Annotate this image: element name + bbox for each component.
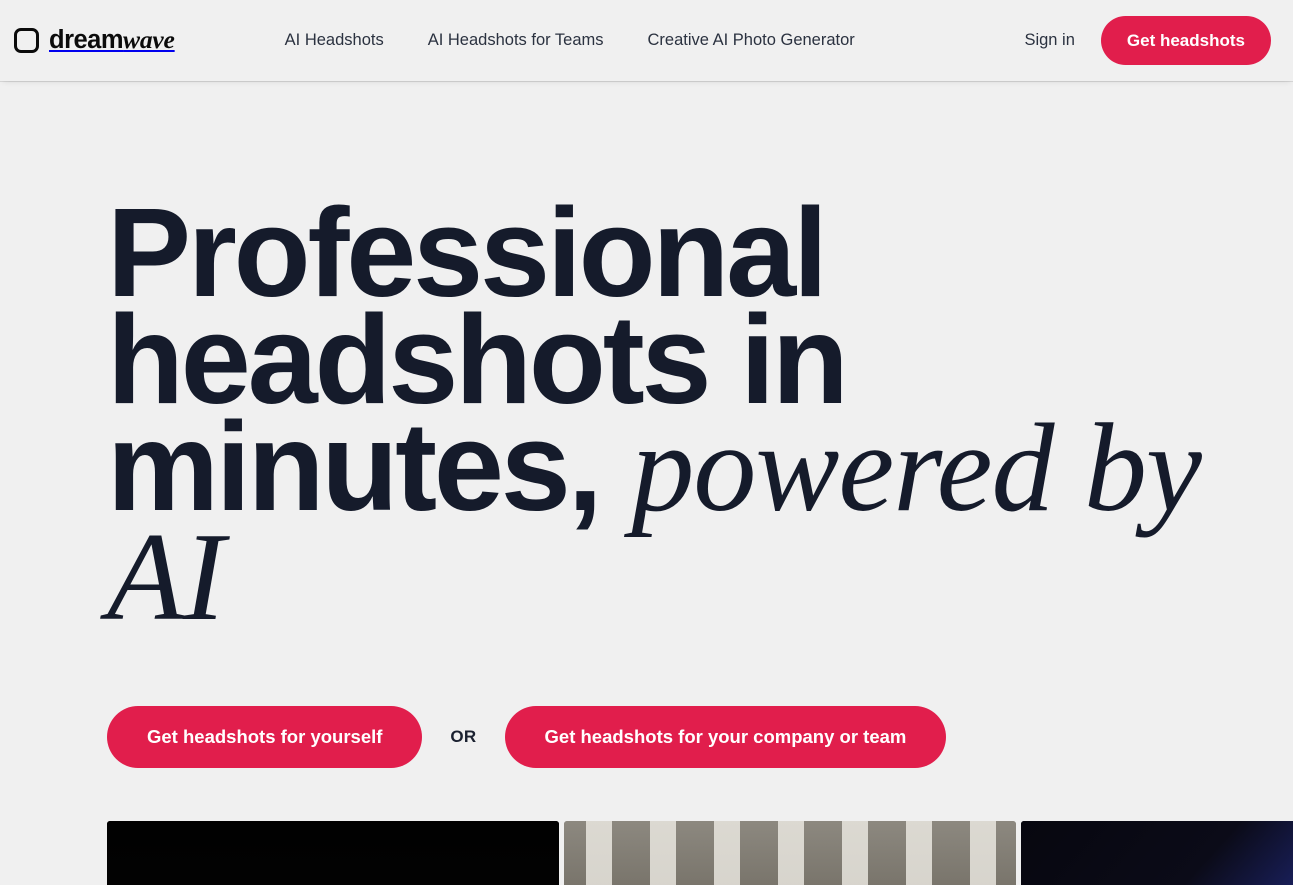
site-header: dreamwave AI Headshots AI Headshots for … — [0, 0, 1293, 81]
page-title: Professional headshots in minutes, power… — [107, 190, 1247, 641]
nav-item-creative-ai-photo-generator[interactable]: Creative AI Photo Generator — [648, 31, 855, 50]
nav-item-ai-headshots-for-teams[interactable]: AI Headshots for Teams — [428, 31, 604, 50]
headshot-gallery-strip — [0, 821, 1293, 885]
cta-separator-label: OR — [450, 727, 477, 746]
hero-cta-row: Get headshots for yourself OR Get headsh… — [107, 706, 1293, 768]
hero-section: Professional headshots in minutes, power… — [0, 190, 1293, 768]
get-headshots-for-company-button[interactable]: Get headshots for your company or team — [504, 706, 947, 768]
headshot-card-3[interactable] — [1021, 821, 1293, 885]
logo-wordmark-italic: wave — [123, 25, 175, 55]
logo-wordmark-plain: dream — [49, 26, 124, 55]
get-headshots-button[interactable]: Get headshots — [1100, 16, 1271, 65]
nav-item-ai-headshots[interactable]: AI Headshots — [285, 31, 384, 50]
primary-navigation: AI Headshots AI Headshots for Teams Crea… — [285, 31, 855, 50]
logo-wordmark: dreamwave — [49, 27, 175, 54]
logo[interactable]: dreamwave — [14, 27, 175, 54]
get-headshots-for-yourself-button[interactable]: Get headshots for yourself — [107, 706, 423, 768]
headshot-card-2[interactable] — [564, 821, 1016, 885]
rounded-square-outline-icon — [14, 28, 39, 53]
headshot-photo-2 — [564, 821, 1016, 885]
header-actions: Sign in Get headshots — [1024, 16, 1271, 65]
sign-in-link[interactable]: Sign in — [1024, 31, 1074, 50]
headshot-photo-1 — [107, 821, 559, 885]
headshot-card-1[interactable] — [107, 821, 559, 885]
headshot-photo-3 — [1021, 821, 1293, 885]
